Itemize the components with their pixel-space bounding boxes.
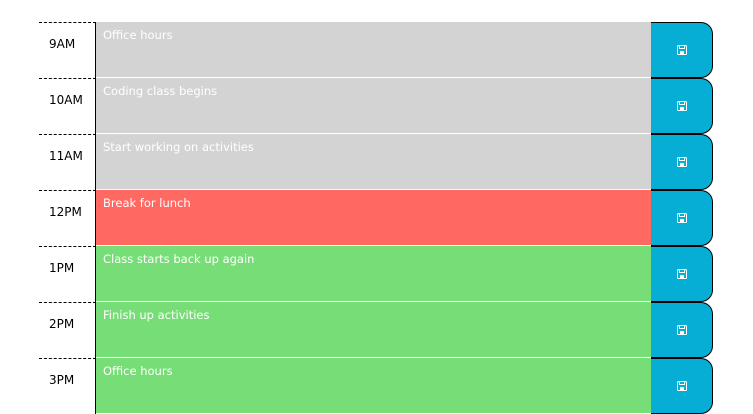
event-description[interactable]: Office hours [96, 358, 651, 414]
hour-label: 9AM [39, 22, 96, 78]
event-description[interactable]: Break for lunch [96, 190, 651, 246]
hour-label: 2PM [39, 302, 96, 358]
time-block: 11AM Start working on activities [39, 134, 714, 190]
time-block: 2PM Finish up activities [39, 302, 714, 358]
save-icon [676, 101, 687, 111]
hour-label: 10AM [39, 78, 96, 134]
hour-label: 12PM [39, 190, 96, 246]
save-icon [676, 157, 687, 167]
save-icon [676, 213, 687, 223]
save-button[interactable] [651, 78, 713, 134]
day-scheduler: 9AM Office hours 10AM Coding class begin… [39, 22, 714, 414]
event-description[interactable]: Start working on activities [96, 134, 651, 190]
save-button[interactable] [651, 246, 713, 302]
event-description[interactable]: Office hours [96, 22, 651, 78]
save-button[interactable] [651, 134, 713, 190]
hour-label: 11AM [39, 134, 96, 190]
save-icon [676, 45, 687, 55]
event-description[interactable]: Class starts back up again [96, 246, 651, 302]
save-icon [676, 381, 687, 391]
time-block: 3PM Office hours [39, 358, 714, 414]
save-button[interactable] [651, 358, 713, 414]
event-description[interactable]: Finish up activities [96, 302, 651, 358]
save-button[interactable] [651, 190, 713, 246]
time-block: 12PM Break for lunch [39, 190, 714, 246]
hour-label: 3PM [39, 358, 96, 414]
save-icon [676, 325, 687, 335]
time-block: 1PM Class starts back up again [39, 246, 714, 302]
save-button[interactable] [651, 22, 713, 78]
time-block: 10AM Coding class begins [39, 78, 714, 134]
save-button[interactable] [651, 302, 713, 358]
time-block: 9AM Office hours [39, 22, 714, 78]
event-description[interactable]: Coding class begins [96, 78, 651, 134]
hour-label: 1PM [39, 246, 96, 302]
save-icon [676, 269, 687, 279]
